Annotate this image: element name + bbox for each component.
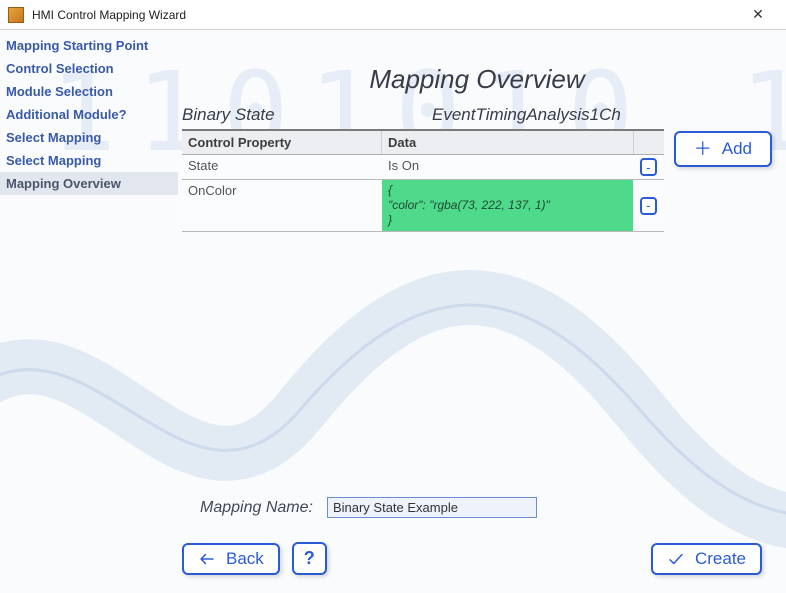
- cell-action: -: [634, 155, 664, 179]
- footer-buttons: Back ? Create: [182, 528, 772, 593]
- wizard-step[interactable]: Mapping Overview: [0, 172, 178, 195]
- module-name-label: EventTimingAnalysis1Ch: [382, 105, 664, 125]
- remove-row-button[interactable]: -: [640, 197, 657, 215]
- th-control-property: Control Property: [182, 131, 382, 154]
- remove-row-button[interactable]: -: [640, 158, 657, 176]
- close-button[interactable]: ✕: [738, 6, 778, 23]
- app-icon: [8, 7, 24, 23]
- wizard-step[interactable]: Control Selection: [0, 57, 178, 80]
- back-button[interactable]: Back: [182, 543, 280, 575]
- table-row: OnColor{ "color": "rgba(73, 222, 137, 1)…: [182, 180, 664, 232]
- mapping-name-label: Mapping Name:: [200, 499, 313, 517]
- title-bar: HMI Control Mapping Wizard ✕: [0, 0, 786, 30]
- wizard-step[interactable]: Additional Module?: [0, 103, 178, 126]
- wizard-step[interactable]: Mapping Starting Point: [0, 34, 178, 57]
- table-header-row: Control Property Data: [182, 131, 664, 155]
- cell-data: Is On: [382, 155, 634, 179]
- mapping-name-input[interactable]: [327, 497, 537, 518]
- wizard-step[interactable]: Module Selection: [0, 80, 178, 103]
- window-title: HMI Control Mapping Wizard: [32, 8, 738, 22]
- th-data: Data: [382, 131, 634, 154]
- table-row: StateIs On-: [182, 155, 664, 180]
- help-button[interactable]: ?: [292, 542, 327, 575]
- cell-action: -: [634, 180, 664, 231]
- mapping-table: Control Property Data StateIs On-OnColor…: [182, 129, 664, 232]
- wizard-steps-sidebar: Mapping Starting PointControl SelectionM…: [0, 30, 178, 593]
- cell-property: OnColor: [182, 180, 382, 231]
- page-title: Mapping Overview: [182, 64, 772, 95]
- help-icon: ?: [304, 548, 315, 569]
- add-button-label: Add: [722, 139, 752, 159]
- cell-property: State: [182, 155, 382, 179]
- color-value-box: { "color": "rgba(73, 222, 137, 1)" }: [382, 180, 633, 231]
- cell-data: { "color": "rgba(73, 222, 137, 1)" }: [382, 180, 634, 231]
- add-button[interactable]: ＋ Add: [674, 131, 772, 167]
- wizard-step[interactable]: Select Mapping: [0, 126, 178, 149]
- plus-icon: ＋: [694, 140, 712, 158]
- checkmark-icon: [667, 550, 685, 568]
- wizard-step[interactable]: Select Mapping: [0, 149, 178, 172]
- main-panel: Mapping Overview Binary State EventTimin…: [178, 30, 786, 593]
- create-button[interactable]: Create: [651, 543, 762, 575]
- back-button-label: Back: [226, 549, 264, 569]
- create-button-label: Create: [695, 549, 746, 569]
- control-name-label: Binary State: [182, 105, 382, 125]
- arrow-left-icon: [198, 550, 216, 568]
- th-actions: [634, 131, 664, 154]
